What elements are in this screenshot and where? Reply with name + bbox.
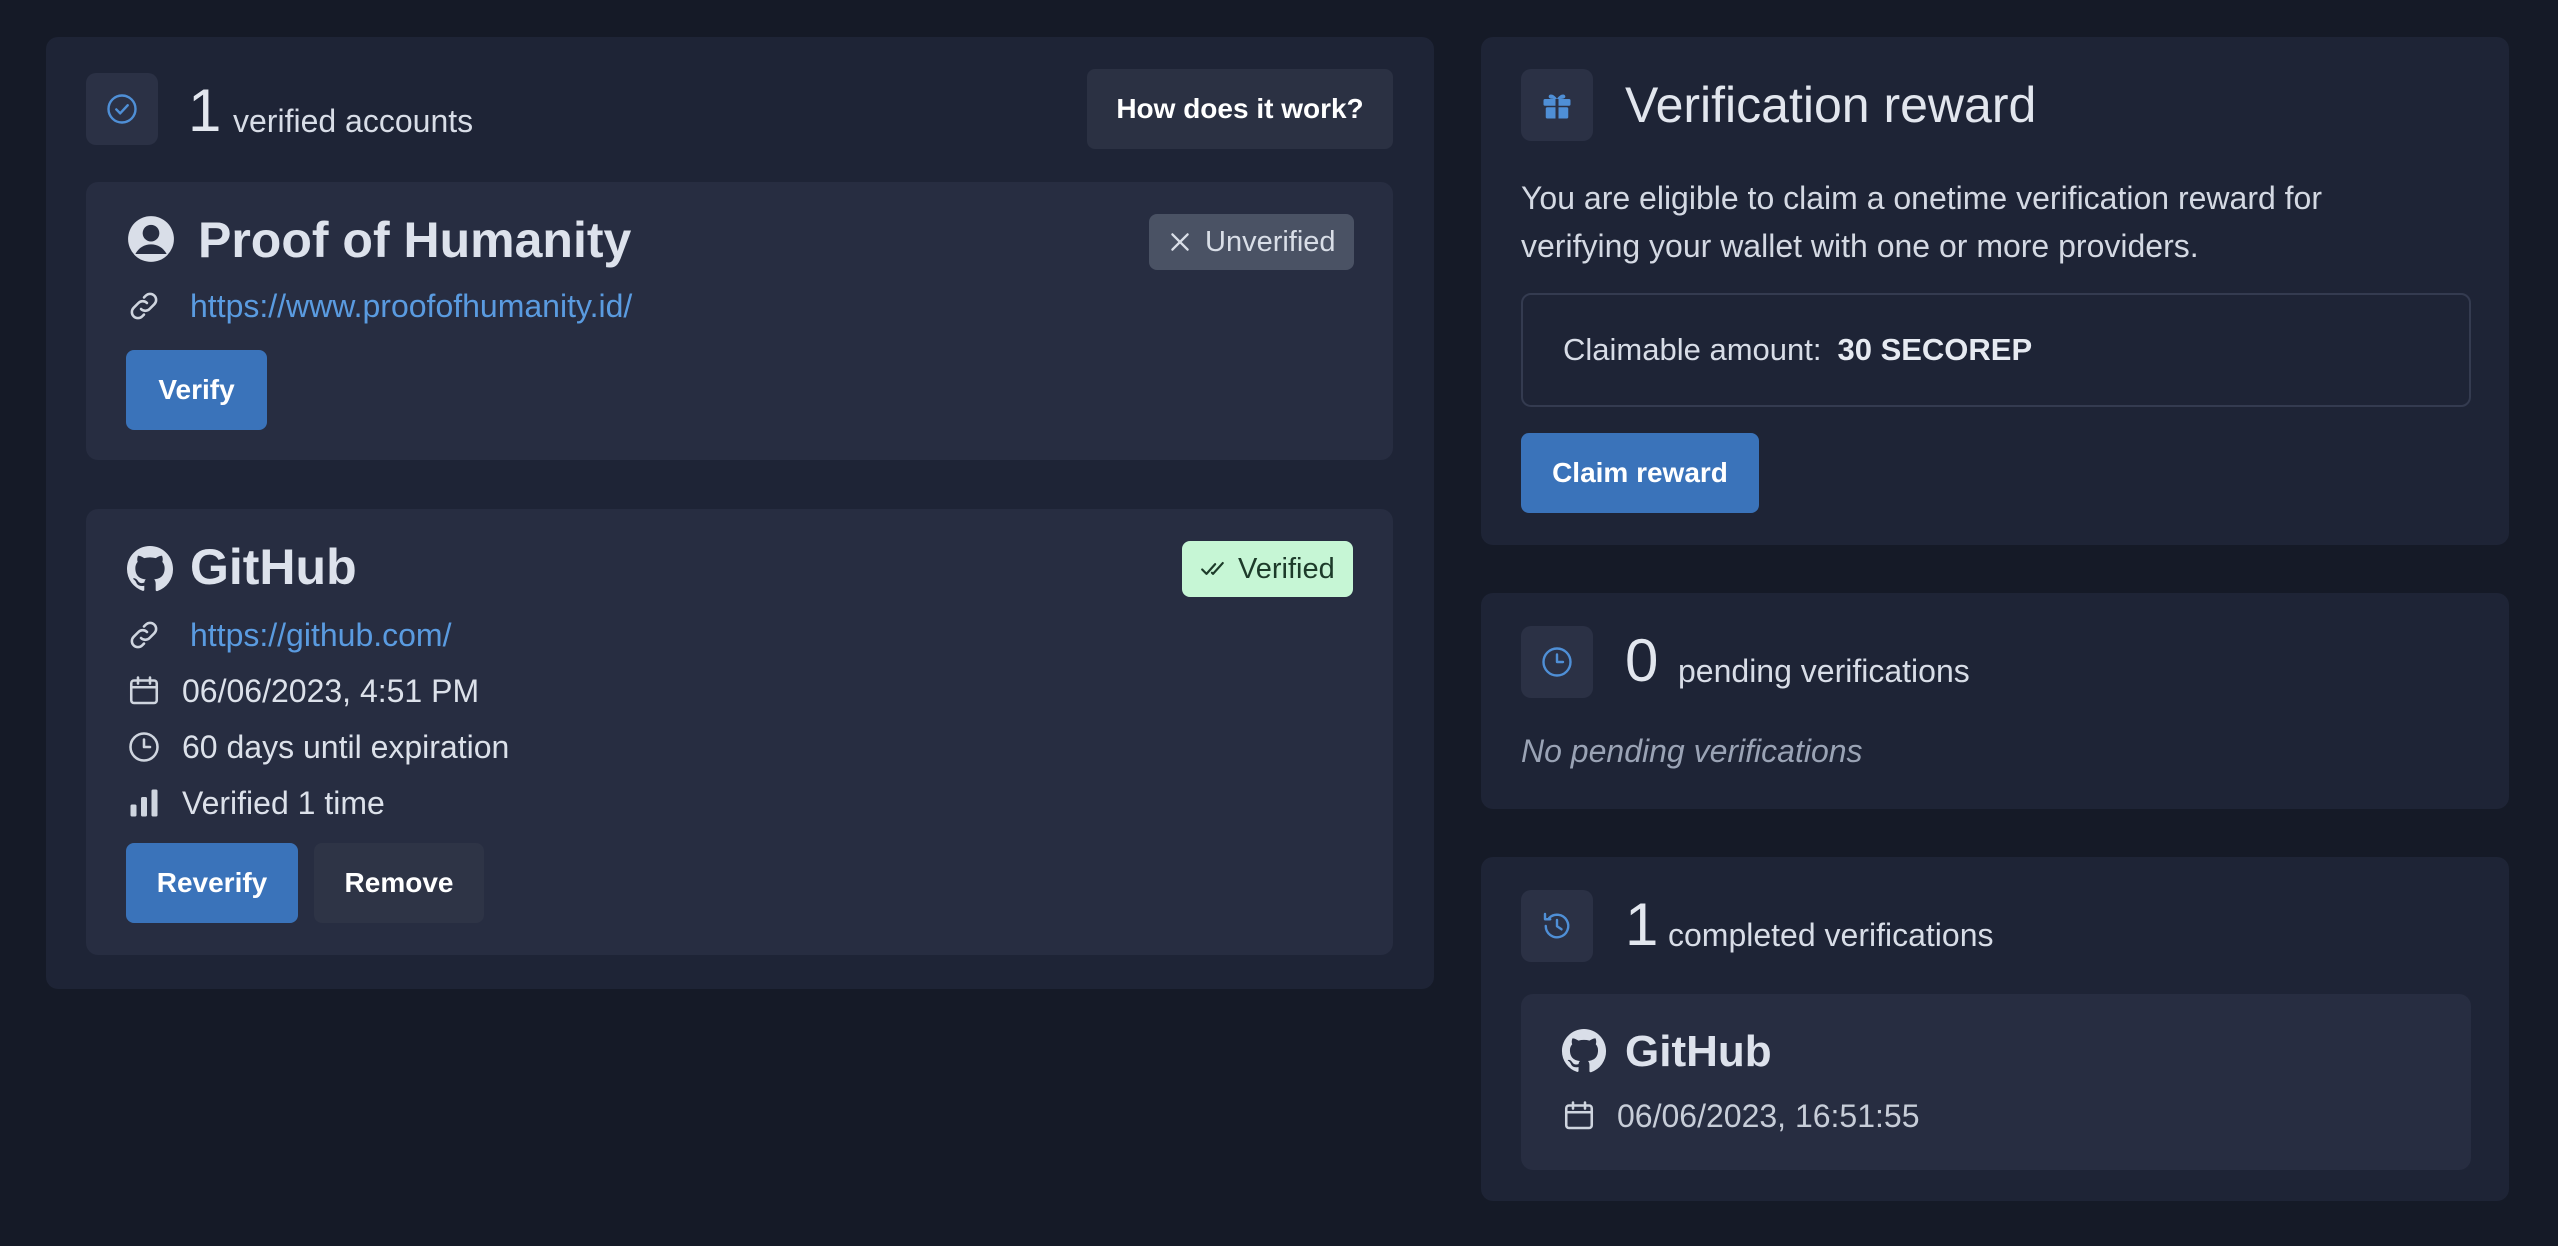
x-icon (1171, 233, 1189, 251)
github-icon (126, 546, 174, 592)
verification-reward-panel: Verification reward You are eligible to … (1481, 37, 2509, 545)
completed-count: 1 (1625, 891, 1659, 958)
provider-url-link[interactable]: https://github.com/ (190, 617, 451, 653)
pending-verifications-panel: 0 pending verifications No pending verif… (1481, 593, 2509, 809)
calendar-icon (129, 676, 159, 705)
claimable-amount-box: Claimable amount: 30 SECOREP (1521, 293, 2471, 407)
verified-badge-label: Verified (1238, 552, 1335, 585)
reward-description: You are eligible to claim a onetime veri… (1521, 180, 2322, 264)
gift-icon (1521, 69, 1593, 141)
provider-name: GitHub (190, 539, 357, 595)
verified-count-label: verified accounts (233, 103, 474, 139)
completed-item-date: 06/06/2023, 16:51:55 (1617, 1098, 1920, 1134)
claim-reward-button[interactable]: Claim reward (1521, 433, 1759, 513)
reward-title: Verification reward (1625, 77, 2037, 133)
verified-count: 1 (188, 77, 222, 144)
completed-verifications-panel: 1 completed verifications GitHub 06/06/2… (1481, 857, 2509, 1201)
claimable-amount-value: 30 SECOREP (1837, 332, 2033, 367)
bar-chart-icon (130, 789, 158, 817)
clock-icon (1521, 626, 1593, 698)
reverify-button[interactable]: Reverify (126, 843, 298, 923)
completed-item-name: GitHub (1625, 1027, 1772, 1076)
provider-url-link[interactable]: https://www.proofofhumanity.id/ (190, 288, 632, 324)
calendar-icon (1564, 1101, 1594, 1130)
completed-count-label: completed verifications (1668, 917, 1994, 953)
pending-count: 0 (1625, 627, 1659, 694)
clock-icon (129, 732, 159, 762)
user-circle-icon (128, 216, 174, 262)
completed-item-github: GitHub 06/06/2023, 16:51:55 (1521, 994, 2471, 1170)
expiration-text: 60 days until expiration (182, 729, 510, 765)
link-icon (130, 292, 158, 320)
how-does-it-work-button[interactable]: How does it work? (1087, 69, 1393, 149)
verified-badge: Verified (1182, 541, 1353, 597)
claimable-amount-label: Claimable amount: (1563, 332, 1822, 367)
provider-card-proof-of-humanity: Proof of Humanity Unverified https://www… (86, 182, 1393, 460)
verified-accounts-panel: 1 verified accounts How does it work? Pr… (46, 37, 1434, 989)
unverified-badge-label: Unverified (1205, 225, 1336, 258)
double-check-icon (1201, 561, 1224, 575)
history-icon (1521, 890, 1593, 962)
pending-empty-text: No pending verifications (1521, 733, 1863, 769)
unverified-badge: Unverified (1149, 214, 1354, 270)
link-icon (130, 621, 158, 649)
verified-times: Verified 1 time (182, 785, 385, 821)
verification-date: 06/06/2023, 4:51 PM (182, 673, 480, 709)
pending-count-label: pending verifications (1678, 653, 1970, 689)
check-circle-icon (86, 73, 158, 145)
provider-name: Proof of Humanity (198, 212, 632, 268)
github-icon (1561, 1028, 1607, 1073)
remove-button[interactable]: Remove (314, 843, 484, 923)
provider-card-github: GitHub Verified https://github.com/ 06/0… (86, 509, 1393, 955)
verify-button[interactable]: Verify (126, 350, 267, 430)
page: 1 verified accounts How does it work? Pr… (0, 0, 2558, 1246)
